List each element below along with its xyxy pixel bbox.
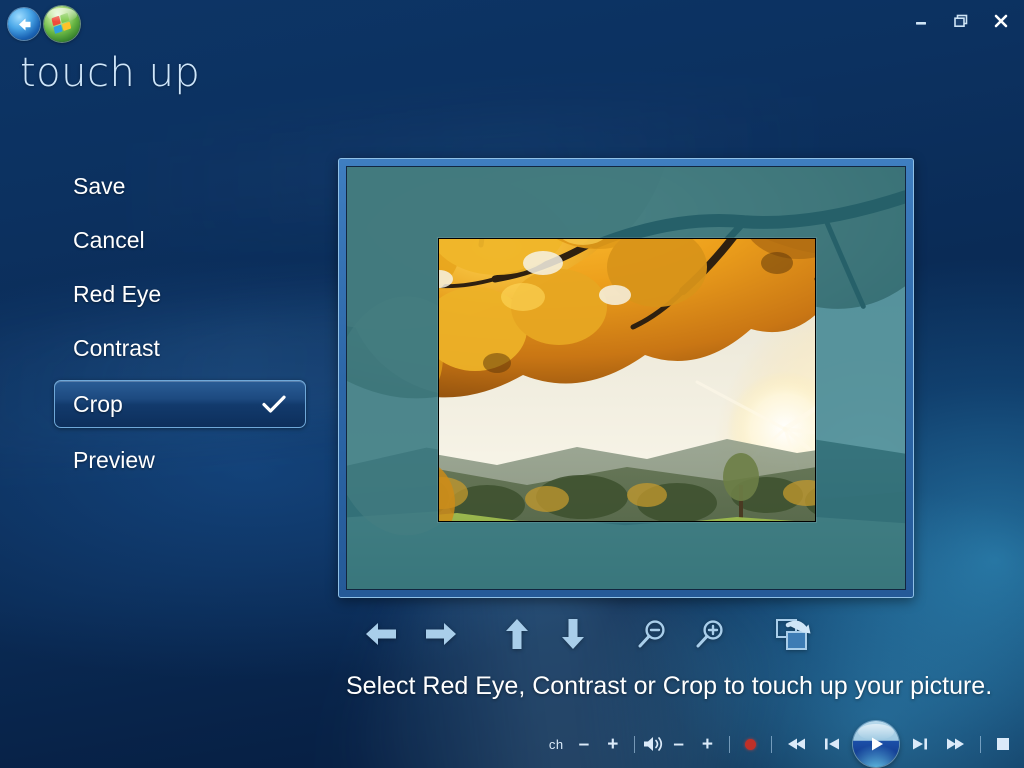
photo-preview-frame xyxy=(338,158,914,598)
rotate-button[interactable] xyxy=(774,616,812,652)
window-controls xyxy=(910,11,1012,31)
menu-item-label: Save xyxy=(73,172,126,199)
photo-preview-canvas[interactable] xyxy=(346,166,906,590)
arrow-left-icon xyxy=(16,17,33,32)
instruction-caption: Select Red Eye, Contrast or Crop to touc… xyxy=(346,672,993,700)
record-icon xyxy=(745,738,756,750)
minimize-button[interactable] xyxy=(910,11,932,31)
move-right-button[interactable] xyxy=(424,619,458,649)
menu-item-label: Crop xyxy=(73,390,123,417)
stop-button[interactable] xyxy=(988,726,1018,762)
title-bar xyxy=(0,0,1024,44)
channel-up-button[interactable]: + xyxy=(598,726,627,762)
fast-forward-icon xyxy=(945,737,965,751)
fast-forward-button[interactable] xyxy=(937,726,973,762)
menu-item-label: Cancel xyxy=(73,226,145,253)
play-button[interactable] xyxy=(853,721,899,767)
volume-down-button[interactable]: – xyxy=(664,726,693,762)
windows-logo-icon xyxy=(50,12,73,36)
skip-back-icon xyxy=(824,737,840,751)
skip-forward-button[interactable] xyxy=(903,726,937,762)
arrow-down-icon xyxy=(558,617,588,651)
zoom-out-icon xyxy=(636,618,668,650)
crop-selection-box[interactable] xyxy=(438,238,816,522)
channel-down-button[interactable]: – xyxy=(570,726,599,762)
zoom-in-button[interactable] xyxy=(694,618,726,650)
menu-item-red-eye[interactable]: Red Eye xyxy=(54,272,306,316)
menu-item-contrast[interactable]: Contrast xyxy=(54,326,306,370)
start-orb-button[interactable] xyxy=(44,6,80,42)
divider xyxy=(634,735,636,753)
menu-item-save[interactable]: Save xyxy=(54,164,306,208)
rotate-icon xyxy=(774,616,812,652)
menu-item-label: Preview xyxy=(73,446,155,473)
move-left-button[interactable] xyxy=(364,619,398,649)
zoom-in-icon xyxy=(694,618,726,650)
volume-icon xyxy=(642,735,664,753)
rewind-button[interactable] xyxy=(779,726,815,762)
arrow-right-icon xyxy=(424,619,458,649)
stop-icon xyxy=(997,738,1009,750)
arrow-up-icon xyxy=(502,617,532,651)
rewind-icon xyxy=(787,737,807,751)
zoom-out-button[interactable] xyxy=(636,618,668,650)
menu-item-label: Contrast xyxy=(73,334,160,361)
skip-forward-icon xyxy=(912,737,928,751)
move-down-button[interactable] xyxy=(558,617,588,651)
crop-photo-clip xyxy=(439,239,815,521)
media-center-window: touch up Save Cancel Red Eye Contrast Cr… xyxy=(0,0,1024,768)
page-title: touch up xyxy=(20,50,201,96)
transport-controls: ch – + – + xyxy=(543,721,1018,767)
menu-item-crop[interactable]: Crop xyxy=(54,380,306,428)
channel-label: ch xyxy=(548,736,564,752)
crop-toolbar xyxy=(364,612,844,656)
restore-icon xyxy=(953,14,969,28)
play-icon xyxy=(872,737,883,751)
divider xyxy=(980,735,981,753)
volume-up-button[interactable]: + xyxy=(693,726,722,762)
divider xyxy=(771,735,772,753)
photo-image-full xyxy=(439,239,815,521)
volume-button[interactable] xyxy=(642,726,664,762)
back-button[interactable] xyxy=(8,8,40,40)
close-icon xyxy=(993,14,1009,28)
arrow-left-icon xyxy=(364,619,398,649)
check-icon xyxy=(261,394,287,414)
restore-button[interactable] xyxy=(950,11,972,31)
move-up-button[interactable] xyxy=(502,617,532,651)
menu-item-preview[interactable]: Preview xyxy=(54,438,306,482)
menu-item-label: Red Eye xyxy=(73,280,162,307)
skip-back-button[interactable] xyxy=(815,726,849,762)
divider xyxy=(729,735,730,753)
menu-item-cancel[interactable]: Cancel xyxy=(54,218,306,262)
minimize-icon xyxy=(914,15,928,27)
touch-up-menu: Save Cancel Red Eye Contrast Crop Previe… xyxy=(54,164,306,492)
record-button[interactable] xyxy=(737,726,764,762)
close-button[interactable] xyxy=(990,11,1012,31)
